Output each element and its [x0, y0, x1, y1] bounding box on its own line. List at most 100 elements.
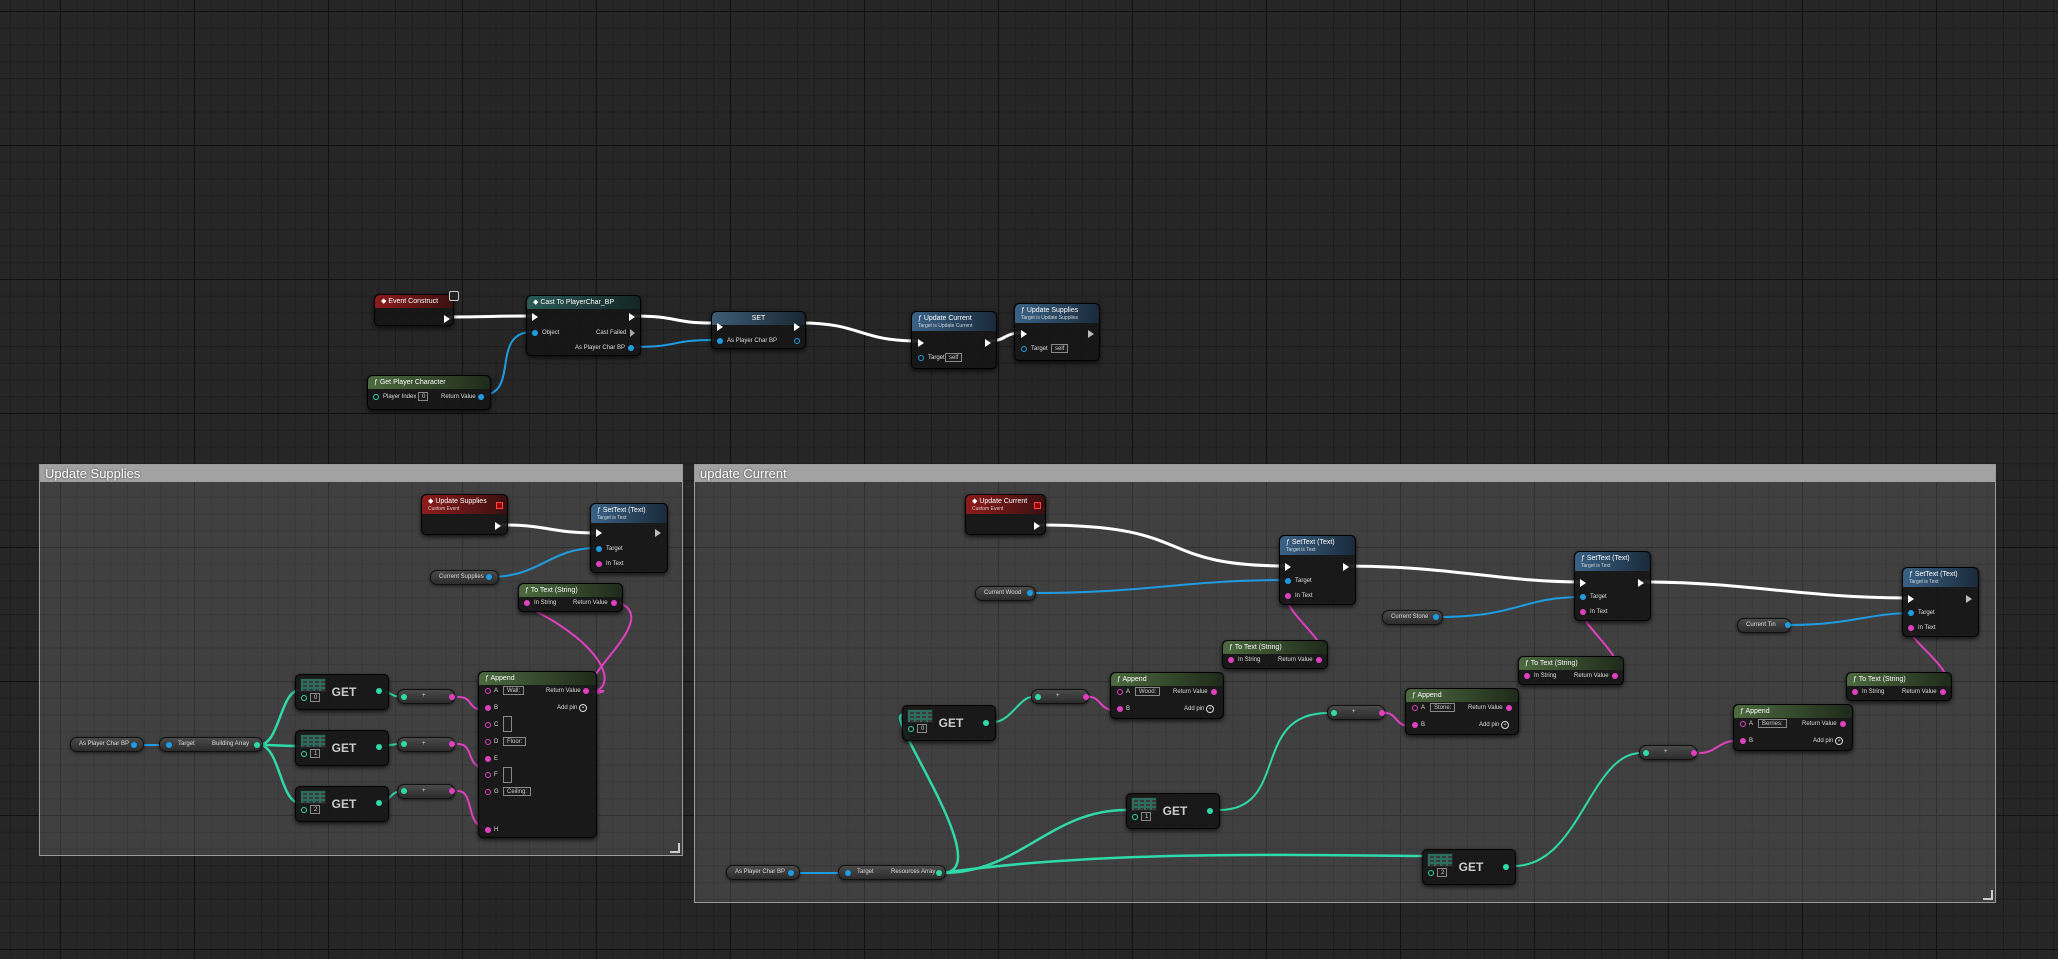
var-out-pin[interactable]: [131, 742, 137, 748]
target-pin[interactable]: [1285, 578, 1291, 584]
conv-out-pin[interactable]: [449, 788, 455, 794]
delegate-pin[interactable]: [1034, 502, 1041, 509]
array-in-pin[interactable]: [907, 709, 933, 723]
update-current-call-node[interactable]: ƒ Update Current Target is Update Current…: [911, 311, 997, 369]
in-text-pin[interactable]: [1285, 593, 1291, 599]
array-in-pin[interactable]: [300, 734, 326, 748]
append-pin-a[interactable]: [1740, 721, 1746, 727]
conv-out-pin[interactable]: [1083, 694, 1089, 700]
in-text-pin[interactable]: [1580, 609, 1586, 615]
array-get-node[interactable]: 1 GET: [295, 730, 389, 766]
exec-in-pin[interactable]: [1580, 579, 1586, 587]
add-pin-label[interactable]: Add pin +: [1184, 705, 1215, 713]
array-in-pin[interactable]: [300, 790, 326, 804]
conv-out-pin[interactable]: [1691, 750, 1697, 756]
array-get-node[interactable]: 2 GET: [1422, 849, 1516, 885]
player-index-field[interactable]: 0: [418, 392, 428, 401]
target-in-pin[interactable]: [166, 742, 172, 748]
to-text-wood-node[interactable]: ƒ To Text (String) In String Return Valu…: [1222, 640, 1328, 669]
index-pin[interactable]: [1428, 870, 1434, 876]
get-out-pin[interactable]: [1503, 864, 1509, 870]
return-value-pin[interactable]: [1506, 705, 1512, 711]
append-c-field[interactable]: [503, 716, 512, 732]
target-pin[interactable]: [596, 546, 602, 552]
exec-out-pin[interactable]: [1034, 522, 1040, 530]
in-string-pin[interactable]: [1228, 657, 1234, 663]
index-field[interactable]: 0: [310, 693, 320, 702]
resources-array-getter[interactable]: Target Resources Array: [838, 865, 946, 880]
index-pin[interactable]: [1132, 814, 1138, 820]
cast-to-playerchar-node[interactable]: ◆ Cast To PlayerChar_BP Object Cast Fail…: [526, 295, 641, 356]
array-out-pin[interactable]: [254, 742, 260, 748]
exec-out-pin[interactable]: [794, 323, 800, 331]
as-player-pin[interactable]: [717, 338, 723, 344]
append-pin-b[interactable]: [1117, 706, 1123, 712]
index-field[interactable]: 2: [1437, 868, 1447, 877]
target-pin[interactable]: [1580, 594, 1586, 600]
exec-out-hollow-pin[interactable]: [1966, 595, 1972, 603]
in-string-pin[interactable]: [524, 600, 530, 606]
return-value-pin[interactable]: [1840, 721, 1846, 727]
exec-in-pin[interactable]: [918, 339, 924, 347]
exec-out-pin[interactable]: [444, 315, 450, 323]
exec-out-pin[interactable]: [495, 522, 501, 530]
append-pin-e[interactable]: [485, 756, 491, 762]
settext-wood-node[interactable]: ƒ SetText (Text) Target is Text Target In…: [1279, 535, 1356, 605]
index-pin[interactable]: [301, 751, 307, 757]
return-value-pin[interactable]: [1940, 689, 1946, 695]
in-string-pin[interactable]: [1524, 673, 1530, 679]
target-pin[interactable]: [1021, 346, 1027, 352]
return-value-pin[interactable]: [583, 688, 589, 694]
exec-out-hollow-pin[interactable]: [655, 529, 661, 537]
exec-out-pin[interactable]: [985, 339, 991, 347]
append-g-field[interactable]: Ceiling:: [503, 787, 532, 796]
array-in-pin[interactable]: [300, 678, 326, 692]
append-pin-b[interactable]: [1412, 722, 1418, 728]
add-pin-icon[interactable]: +: [1501, 721, 1510, 729]
to-text-string-node[interactable]: ƒ To Text (String) In String Return Valu…: [518, 583, 623, 612]
to-text-stone-node[interactable]: ƒ To Text (String) In String Return Valu…: [1518, 656, 1624, 685]
add-pin-label[interactable]: Add pin +: [557, 704, 588, 712]
settext-supplies-node[interactable]: ƒ SetText (Text) Target is Text Target In…: [590, 503, 668, 573]
append-supplies-node[interactable]: ƒ Append A Wall: Return Value B Add pin …: [478, 671, 597, 838]
target-pin[interactable]: [1908, 610, 1914, 616]
return-value-pin[interactable]: [478, 394, 484, 400]
update-supplies-call-node[interactable]: ƒ Update Supplies Target is Update Suppli…: [1014, 303, 1100, 361]
delegate-pin[interactable]: [449, 291, 459, 301]
building-array-getter[interactable]: Target Building Array: [159, 737, 263, 752]
conv-in-pin[interactable]: [1643, 750, 1649, 756]
conv-out-pin[interactable]: [1379, 710, 1385, 716]
add-pin-label[interactable]: Add pin +: [1479, 721, 1510, 729]
array-out-pin[interactable]: [936, 870, 942, 876]
var-out-pin[interactable]: [1785, 622, 1791, 628]
index-field[interactable]: 2: [310, 805, 320, 814]
append-wood-node[interactable]: ƒ Append A Wood: Return Value B Add pin …: [1110, 672, 1224, 719]
player-index-pin[interactable]: [373, 394, 379, 400]
append-pin-g[interactable]: [485, 789, 491, 795]
as-player-pin[interactable]: [628, 345, 634, 351]
append-f-field[interactable]: [503, 767, 512, 783]
append-pin-a[interactable]: [485, 688, 491, 694]
comment-title[interactable]: update Current: [695, 465, 1995, 482]
exec-out-pin[interactable]: [1638, 579, 1644, 587]
exec-in-pin[interactable]: [532, 313, 538, 321]
var-out-pin[interactable]: [486, 574, 492, 580]
add-pin-label[interactable]: Add pin +: [1813, 737, 1844, 745]
return-value-pin[interactable]: [611, 600, 617, 606]
current-tin-getter[interactable]: Current Tin: [1737, 618, 1791, 633]
return-value-pin[interactable]: [1612, 673, 1618, 679]
append-pin-h[interactable]: [485, 827, 491, 833]
comment-title[interactable]: Update Supplies: [40, 465, 682, 482]
append-a-field[interactable]: Wood:: [1135, 687, 1161, 696]
conv-in-pin[interactable]: [401, 694, 407, 700]
append-stone-node[interactable]: ƒ Append A Stone: Return Value B Add pin…: [1405, 688, 1519, 735]
index-field[interactable]: 1: [1141, 812, 1151, 821]
to-text-tin-node[interactable]: ƒ To Text (String) In String Return Valu…: [1846, 672, 1952, 701]
index-field[interactable]: 1: [310, 749, 320, 758]
resize-handle[interactable]: [670, 843, 680, 853]
update-supplies-event-node[interactable]: ◆ Update Supplies Custom Event: [421, 494, 508, 535]
get-player-character-node[interactable]: ƒ Get Player Character Player Index 0 Re…: [367, 375, 491, 410]
in-text-pin[interactable]: [596, 561, 602, 567]
index-pin[interactable]: [301, 695, 307, 701]
var-out-pin[interactable]: [788, 870, 794, 876]
